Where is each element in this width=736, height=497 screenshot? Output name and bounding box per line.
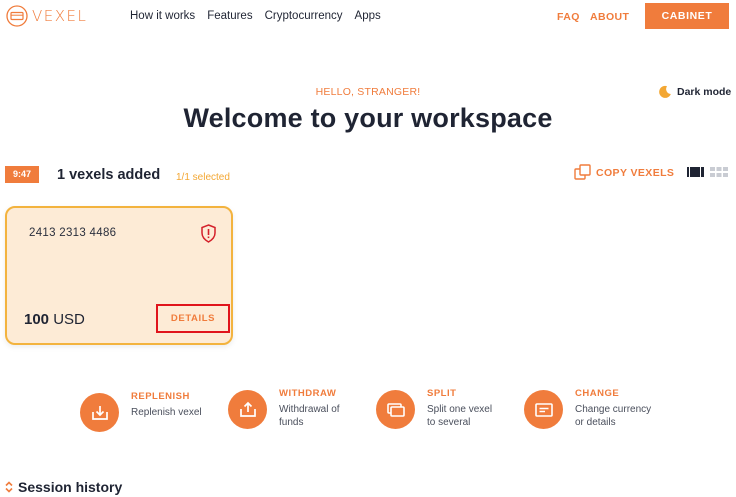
copy-icon	[574, 164, 591, 180]
withdraw-desc-1: Withdrawal of	[279, 404, 340, 415]
withdraw-title: WITHDRAW	[279, 388, 337, 399]
dark-mode-toggle[interactable]: Dark mode	[658, 85, 731, 99]
withdraw-text: WITHDRAW Withdrawal of funds	[279, 388, 340, 429]
time-badge: 9:47	[5, 166, 39, 183]
details-button[interactable]: DETAILS	[156, 304, 230, 333]
copy-vexels-label: COPY VEXELS	[596, 166, 675, 179]
faq-link-wrap: FAQ	[557, 11, 580, 23]
moon-icon	[659, 85, 671, 98]
amount-currency: USD	[53, 311, 85, 328]
change-text: CHANGE Change currency or details	[575, 388, 651, 429]
greeting-hello: HELLO, STRANGER!	[315, 86, 421, 98]
dark-mode-label: Dark mode	[677, 86, 732, 98]
grid-view-icon[interactable]	[710, 167, 728, 177]
change-desc-2: or details	[575, 417, 616, 428]
split-desc-2: to several	[427, 417, 471, 428]
about-link-wrap: ABOUT	[590, 11, 629, 23]
replenish-text: REPLENISH Replenish vexel	[131, 391, 202, 432]
split-icon	[386, 402, 405, 417]
nav-apps[interactable]: Apps	[355, 10, 381, 22]
main-nav: How it works Features Cryptocurrency App…	[130, 10, 393, 22]
vexel-number: 2413 2313 4486	[29, 227, 117, 239]
split-text: SPLIT Split one vexel to several	[427, 388, 492, 429]
session-history-title: Session history	[18, 479, 123, 495]
shield-alert-icon[interactable]	[200, 224, 217, 243]
header: VEXEL How it works Features Cryptocurren…	[0, 0, 736, 34]
sort-chevron-icon	[5, 481, 13, 493]
withdraw-icon-circle	[228, 390, 267, 429]
split-icon-circle	[376, 390, 415, 429]
vexel-card[interactable]: 2413 2313 4486 100 USD DETAILS	[5, 206, 233, 345]
change-title: CHANGE	[575, 388, 620, 399]
vexel-amount: 100 USD	[24, 311, 85, 328]
change-action[interactable]: CHANGE Change currency or details	[524, 388, 651, 429]
selected-count: 1/1 selected	[176, 172, 230, 183]
replenish-icon-circle	[80, 393, 119, 432]
nav-features[interactable]: Features	[207, 10, 252, 22]
split-desc-1: Split one vexel	[427, 404, 493, 415]
cabinet-button[interactable]: CABINET	[645, 3, 729, 29]
vexel-logo-icon	[6, 5, 28, 27]
split-title: SPLIT	[427, 388, 457, 399]
replenish-desc-1: Replenish vexel	[131, 407, 202, 418]
logo[interactable]: VEXEL	[6, 5, 87, 27]
download-icon	[91, 405, 108, 420]
withdraw-desc-2: funds	[279, 417, 304, 428]
nav-how-it-works[interactable]: How it works	[130, 10, 195, 22]
change-icon-circle	[524, 390, 563, 429]
replenish-title: REPLENISH	[131, 391, 190, 402]
nav-cryptocurrency[interactable]: Cryptocurrency	[265, 10, 343, 22]
session-history-toggle[interactable]: Session history	[5, 479, 122, 495]
page-title: Welcome to your workspace	[183, 103, 553, 133]
split-action[interactable]: SPLIT Split one vexel to several	[376, 388, 492, 429]
upload-icon	[239, 401, 256, 417]
amount-value: 100	[24, 311, 50, 328]
logo-text: VEXEL	[32, 7, 88, 25]
faq-link[interactable]: FAQ	[557, 11, 580, 23]
vexels-added-count: 1 vexels added	[57, 167, 161, 183]
list-view-icon[interactable]	[687, 167, 704, 177]
about-link[interactable]: ABOUT	[590, 11, 629, 23]
replenish-action[interactable]: REPLENISH Replenish vexel	[80, 391, 202, 432]
edit-card-icon	[534, 402, 553, 417]
copy-vexels-button[interactable]: COPY VEXELS	[574, 164, 674, 181]
change-desc-1: Change currency	[575, 404, 652, 415]
withdraw-action[interactable]: WITHDRAW Withdrawal of funds	[228, 388, 340, 429]
